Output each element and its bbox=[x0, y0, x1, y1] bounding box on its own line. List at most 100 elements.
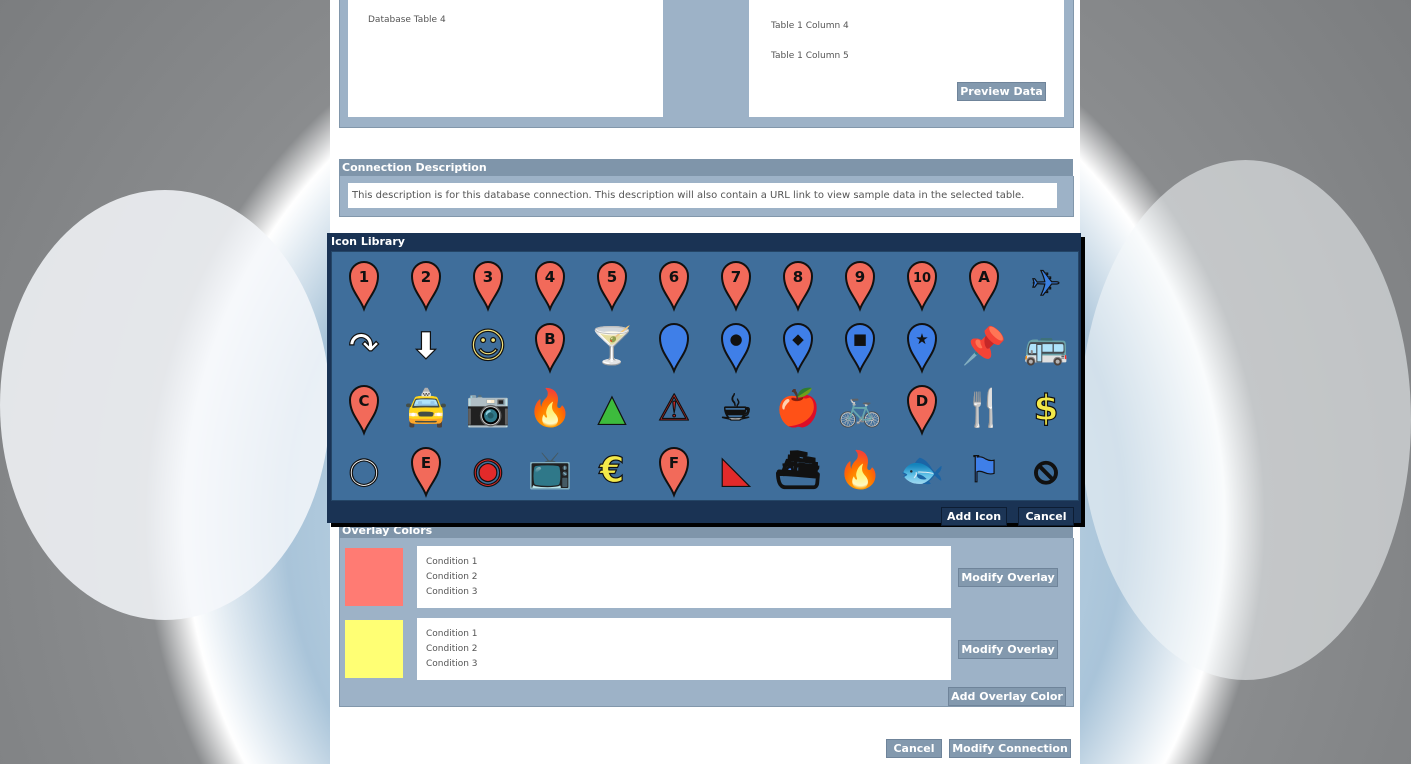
marker-2-icon[interactable]: 2 bbox=[398, 254, 454, 314]
add-icon-button[interactable]: Add Icon bbox=[941, 507, 1007, 526]
tent-icon-glyph: ▲ bbox=[598, 388, 626, 429]
airplane-icon[interactable]: ✈ bbox=[1018, 254, 1074, 314]
marker-d-icon[interactable]: D bbox=[894, 378, 950, 438]
blue-marker-square-icon[interactable]: ■ bbox=[832, 316, 888, 376]
cocktail-icon[interactable]: 🍸 bbox=[584, 316, 640, 376]
cocktail-icon-glyph: 🍸 bbox=[590, 324, 635, 367]
marker-b-icon-label: B bbox=[544, 330, 555, 348]
condition-item: Condition 3 bbox=[426, 587, 478, 597]
grocery-icon[interactable]: 🍎 bbox=[770, 378, 826, 438]
heartbeat-icon-glyph: ◉ bbox=[472, 450, 503, 491]
table-column-item[interactable]: Table 1 Column 5 bbox=[771, 51, 849, 61]
down-arrow-icon[interactable]: ⬇ bbox=[398, 316, 454, 376]
marker-d-icon-label: D bbox=[916, 392, 928, 410]
marker-10-icon-label: 10 bbox=[913, 271, 931, 286]
dollar-icon[interactable]: $ bbox=[1018, 378, 1074, 438]
pushpin-icon[interactable]: 📌 bbox=[956, 316, 1012, 376]
marker-10-icon[interactable]: 10 bbox=[894, 254, 950, 314]
condition-item: Condition 1 bbox=[426, 629, 478, 639]
no-entry-icon-glyph: ⦸ bbox=[1034, 450, 1058, 491]
blue-marker-dot-icon[interactable]: ● bbox=[708, 316, 764, 376]
condition-item: Condition 2 bbox=[426, 572, 478, 582]
ferry-icon-glyph: ⛴ bbox=[775, 450, 821, 491]
bus-icon[interactable]: 🚌 bbox=[1018, 316, 1074, 376]
warning-icon[interactable]: ⚠ bbox=[646, 378, 702, 438]
marker-7-icon[interactable]: 7 bbox=[708, 254, 764, 314]
blue-marker-star-icon-label: ★ bbox=[915, 330, 928, 348]
condition-item: Condition 2 bbox=[426, 644, 478, 654]
marker-3-icon[interactable]: 3 bbox=[460, 254, 516, 314]
down-arrow-icon-glyph: ⬇ bbox=[411, 326, 441, 367]
modify-overlay-button[interactable]: Modify Overlay bbox=[958, 640, 1058, 659]
flag-icon[interactable]: ⚑ bbox=[956, 440, 1012, 500]
marker-9-icon[interactable]: 9 bbox=[832, 254, 888, 314]
overlay-color-swatch[interactable] bbox=[345, 620, 403, 678]
circle-icon[interactable]: ○ bbox=[336, 440, 392, 500]
table-column-item[interactable]: Table 1 Column 4 bbox=[771, 21, 849, 31]
cancel-icon-button[interactable]: Cancel bbox=[1018, 507, 1074, 526]
grocery-icon-glyph: 🍎 bbox=[776, 386, 821, 429]
restaurant-icon[interactable]: 🍴 bbox=[956, 378, 1012, 438]
flag-icon-glyph: ⚑ bbox=[968, 450, 1000, 491]
preview-data-button[interactable]: Preview Data bbox=[957, 82, 1046, 101]
table-column-list: Table 1 Column 4 Table 1 Column 5 Previe… bbox=[749, 0, 1064, 117]
marker-4-icon[interactable]: 4 bbox=[522, 254, 578, 314]
globe-continent bbox=[1080, 160, 1411, 680]
coffee-icon[interactable]: ☕ bbox=[708, 378, 764, 438]
tent-icon[interactable]: ▲ bbox=[584, 378, 640, 438]
warning-icon-glyph: ⚠ bbox=[658, 388, 690, 429]
marker-5-icon-label: 5 bbox=[607, 268, 617, 286]
condition-item: Condition 3 bbox=[426, 659, 478, 669]
overlay-conditions: Condition 1 Condition 2 Condition 3 bbox=[417, 546, 951, 608]
falling-rocks-icon[interactable]: ◣ bbox=[708, 440, 764, 500]
camera-icon-glyph: 📷 bbox=[466, 388, 511, 429]
theater-masks-icon-glyph: ☺ bbox=[469, 326, 507, 367]
tv-icon[interactable]: 📺 bbox=[522, 440, 578, 500]
blue-marker-star-icon[interactable]: ★ bbox=[894, 316, 950, 376]
taxi-icon[interactable]: 🚖 bbox=[398, 378, 454, 438]
theater-masks-icon[interactable]: ☺ bbox=[460, 316, 516, 376]
circle-icon-glyph: ○ bbox=[348, 450, 379, 491]
ferry-icon[interactable]: ⛴ bbox=[770, 440, 826, 500]
marker-3-icon-label: 3 bbox=[483, 268, 493, 286]
marker-1-icon[interactable]: 1 bbox=[336, 254, 392, 314]
marker-e-icon[interactable]: E bbox=[398, 440, 454, 500]
falling-rocks-icon-glyph: ◣ bbox=[722, 450, 750, 491]
marker-8-icon[interactable]: 8 bbox=[770, 254, 826, 314]
marker-6-icon[interactable]: 6 bbox=[646, 254, 702, 314]
marker-4-icon-label: 4 bbox=[545, 268, 555, 286]
blue-marker-diamond-icon[interactable]: ◆ bbox=[770, 316, 826, 376]
pushpin-icon-glyph: 📌 bbox=[962, 324, 1007, 367]
modify-overlay-button[interactable]: Modify Overlay bbox=[958, 568, 1058, 587]
tables-section: Database Table 4 Table 1 Column 4 Table … bbox=[339, 0, 1074, 128]
marker-b-icon[interactable]: B bbox=[522, 316, 578, 376]
marker-a-icon[interactable]: A bbox=[956, 254, 1012, 314]
condition-item: Condition 1 bbox=[426, 557, 478, 567]
heartbeat-icon[interactable]: ◉ bbox=[460, 440, 516, 500]
fire-icon[interactable]: 🔥 bbox=[832, 440, 888, 500]
bus-icon-glyph: 🚌 bbox=[1024, 326, 1069, 367]
overlay-color-swatch[interactable] bbox=[345, 548, 403, 606]
camera-icon[interactable]: 📷 bbox=[460, 378, 516, 438]
modify-connection-button[interactable]: Modify Connection bbox=[949, 739, 1071, 758]
fishing-icon-glyph: 🐟 bbox=[900, 450, 945, 491]
database-table-item[interactable]: Database Table 4 bbox=[368, 15, 446, 25]
euro-icon[interactable]: € bbox=[584, 440, 640, 500]
icon-library-title: Icon Library bbox=[331, 235, 405, 248]
campfire-icon-glyph: 🔥 bbox=[528, 387, 573, 429]
turn-arrow-icon[interactable]: ↷ bbox=[336, 316, 392, 376]
fishing-icon[interactable]: 🐟 bbox=[894, 440, 950, 500]
marker-c-icon[interactable]: C bbox=[336, 378, 392, 438]
marker-f-icon[interactable]: F bbox=[646, 440, 702, 500]
euro-icon-glyph: € bbox=[598, 450, 624, 491]
cancel-button[interactable]: Cancel bbox=[886, 739, 942, 758]
blue-marker-icon[interactable] bbox=[646, 316, 702, 376]
bicycle-icon[interactable]: 🚲 bbox=[832, 378, 888, 438]
add-overlay-color-button[interactable]: Add Overlay Color bbox=[948, 687, 1066, 706]
campfire-icon[interactable]: 🔥 bbox=[522, 378, 578, 438]
overlay-colors-section: Condition 1 Condition 2 Condition 3 Modi… bbox=[339, 538, 1074, 707]
icon-library-dialog: Icon Library 1 2 3 4 5 6 7 8 9 10 A ✈ ↷ ⬇ ☺ B 🍸 ● ◆ ■ ★ 📌 🚌 C 🚖 📷… bbox=[327, 233, 1081, 526]
database-table-list: Database Table 4 bbox=[348, 0, 663, 117]
marker-5-icon[interactable]: 5 bbox=[584, 254, 640, 314]
no-entry-icon[interactable]: ⦸ bbox=[1018, 440, 1074, 500]
